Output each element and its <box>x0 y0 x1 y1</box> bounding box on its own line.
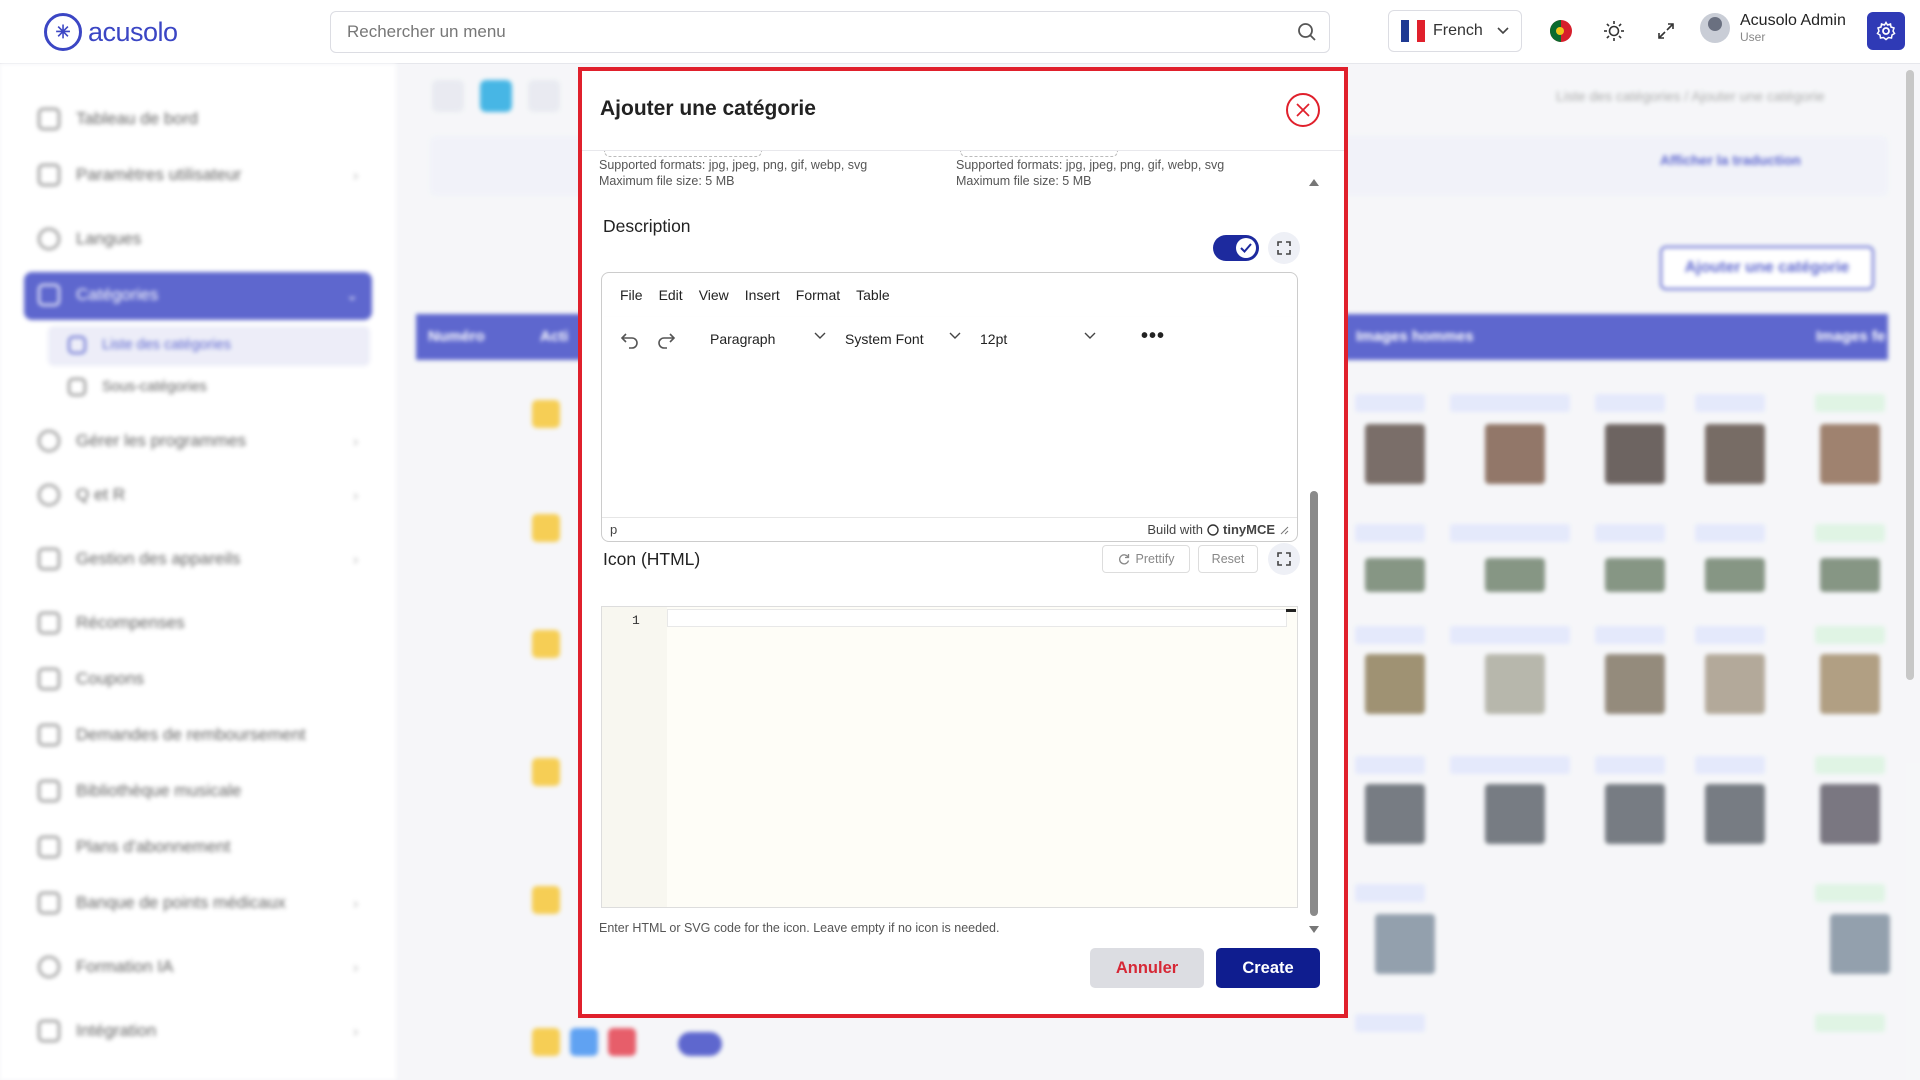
block-format-select[interactable]: Paragraph <box>702 325 832 353</box>
scroll-up-arrow-icon[interactable] <box>1309 179 1319 186</box>
menu-insert[interactable]: Insert <box>745 287 780 303</box>
fullscreen-icon[interactable] <box>1651 16 1681 46</box>
close-button[interactable] <box>1286 93 1320 127</box>
description-toggle[interactable] <box>1213 235 1259 261</box>
editor-scrollbar-mark <box>1286 609 1296 612</box>
logo-text: acusolo <box>88 16 178 47</box>
search-input[interactable] <box>347 22 1287 42</box>
chevron-down-icon <box>949 332 961 339</box>
add-category-modal: Ajouter une catégorie Supported formats:… <box>582 71 1344 1014</box>
top-header: ✳ acusolo French Acusolo Admin User <box>0 0 1920 64</box>
user-name: Acusolo Admin <box>1740 12 1846 29</box>
menu-format[interactable]: Format <box>796 287 840 303</box>
icon-html-label: Icon (HTML) <box>603 549 701 569</box>
chevron-down-icon <box>1497 27 1509 35</box>
more-options-icon[interactable]: ••• <box>1141 325 1165 348</box>
tinymce-branding[interactable]: Build with tinyMCE <box>1147 522 1289 537</box>
upload-max-size: Maximum file size: 5 MB <box>956 174 1092 188</box>
settings-button[interactable] <box>1867 12 1905 50</box>
france-flag-icon <box>1401 20 1425 42</box>
menu-file[interactable]: File <box>620 287 643 303</box>
expand-icon <box>1277 552 1291 566</box>
menu-table[interactable]: Table <box>856 287 889 303</box>
editor-statusbar: p Build with tinyMCE <box>602 517 1297 541</box>
upload-right-info: Supported formats: jpg, jpeg, png, gif, … <box>956 157 1224 189</box>
user-role: User <box>1740 30 1766 44</box>
editor-menubar: File Edit View Insert Format Table <box>602 273 1297 317</box>
toggle-knob <box>1236 238 1256 258</box>
block-format-value: Paragraph <box>710 331 776 347</box>
font-family-value: System Font <box>845 331 924 347</box>
language-selector[interactable]: French <box>1388 10 1522 52</box>
element-path[interactable]: p <box>610 522 617 537</box>
line-number-gutter: 1 <box>602 607 667 907</box>
icon-code-editor[interactable]: 1 <box>601 606 1298 908</box>
avatar <box>1700 13 1730 43</box>
prettify-label: Prettify <box>1135 552 1175 566</box>
app-logo[interactable]: ✳ acusolo <box>44 13 178 51</box>
chevron-down-icon <box>814 332 826 339</box>
upload-formats: Supported formats: jpg, jpeg, png, gif, … <box>599 158 868 172</box>
prettify-button[interactable]: Prettify <box>1102 545 1190 573</box>
chevron-down-icon <box>1084 332 1096 339</box>
logo-icon: ✳ <box>44 13 82 51</box>
check-icon <box>1240 243 1252 253</box>
modal-body[interactable]: Supported formats: jpg, jpeg, png, gif, … <box>582 151 1344 931</box>
create-button[interactable]: Create <box>1216 948 1320 988</box>
icon-html-fullscreen-button[interactable] <box>1268 543 1300 575</box>
branding-name: tinyMCE <box>1223 522 1275 537</box>
expand-icon <box>1277 241 1291 255</box>
refresh-icon <box>1118 554 1129 565</box>
upload-left-info: Supported formats: jpg, jpeg, png, gif, … <box>599 157 867 189</box>
menu-search <box>330 11 1330 53</box>
menu-edit[interactable]: Edit <box>659 287 683 303</box>
font-family-select[interactable]: System Font <box>837 325 967 353</box>
modal-header: Ajouter une catégorie <box>582 71 1344 151</box>
modal-scrollbar-thumb[interactable] <box>1310 491 1318 916</box>
cancel-button[interactable]: Annuler <box>1090 948 1204 988</box>
editor-content-area[interactable] <box>602 361 1297 521</box>
upload-max-size: Maximum file size: 5 MB <box>599 174 735 188</box>
editor-toolbar: Paragraph System Font 12pt ••• <box>602 317 1297 361</box>
resize-handle-icon[interactable] <box>1279 525 1289 535</box>
reset-label: Reset <box>1211 552 1245 566</box>
font-size-value: 12pt <box>980 331 1008 347</box>
rich-text-editor: File Edit View Insert Format Table Parag… <box>601 272 1298 542</box>
line-number: 1 <box>632 613 640 628</box>
close-icon <box>1296 103 1310 117</box>
menu-view[interactable]: View <box>699 287 729 303</box>
redo-icon[interactable] <box>656 329 676 349</box>
description-label: Description <box>603 216 691 236</box>
active-line <box>667 609 1287 627</box>
modal-title: Ajouter une catégorie <box>600 97 816 120</box>
reset-button[interactable]: Reset <box>1198 545 1258 573</box>
gear-icon <box>1876 21 1896 41</box>
icon-html-help: Enter HTML or SVG code for the icon. Lea… <box>599 921 1000 935</box>
upload-formats: Supported formats: jpg, jpeg, png, gif, … <box>956 158 1225 172</box>
language-label: French <box>1433 22 1483 39</box>
description-fullscreen-button[interactable] <box>1268 232 1300 264</box>
tinymce-logo-icon <box>1207 523 1219 536</box>
theme-toggle-icon[interactable] <box>1599 16 1629 46</box>
code-input-area[interactable] <box>667 607 1297 907</box>
user-menu[interactable]: Acusolo Admin User <box>1700 12 1846 44</box>
portugal-flag-icon[interactable] <box>1546 16 1576 46</box>
branding-text: Build with <box>1147 522 1203 537</box>
search-icon[interactable] <box>1297 22 1317 42</box>
undo-icon[interactable] <box>620 329 640 349</box>
scroll-down-arrow-icon[interactable] <box>1309 926 1319 933</box>
font-size-select[interactable]: 12pt <box>972 325 1102 353</box>
page-scrollbar[interactable] <box>1906 70 1914 680</box>
